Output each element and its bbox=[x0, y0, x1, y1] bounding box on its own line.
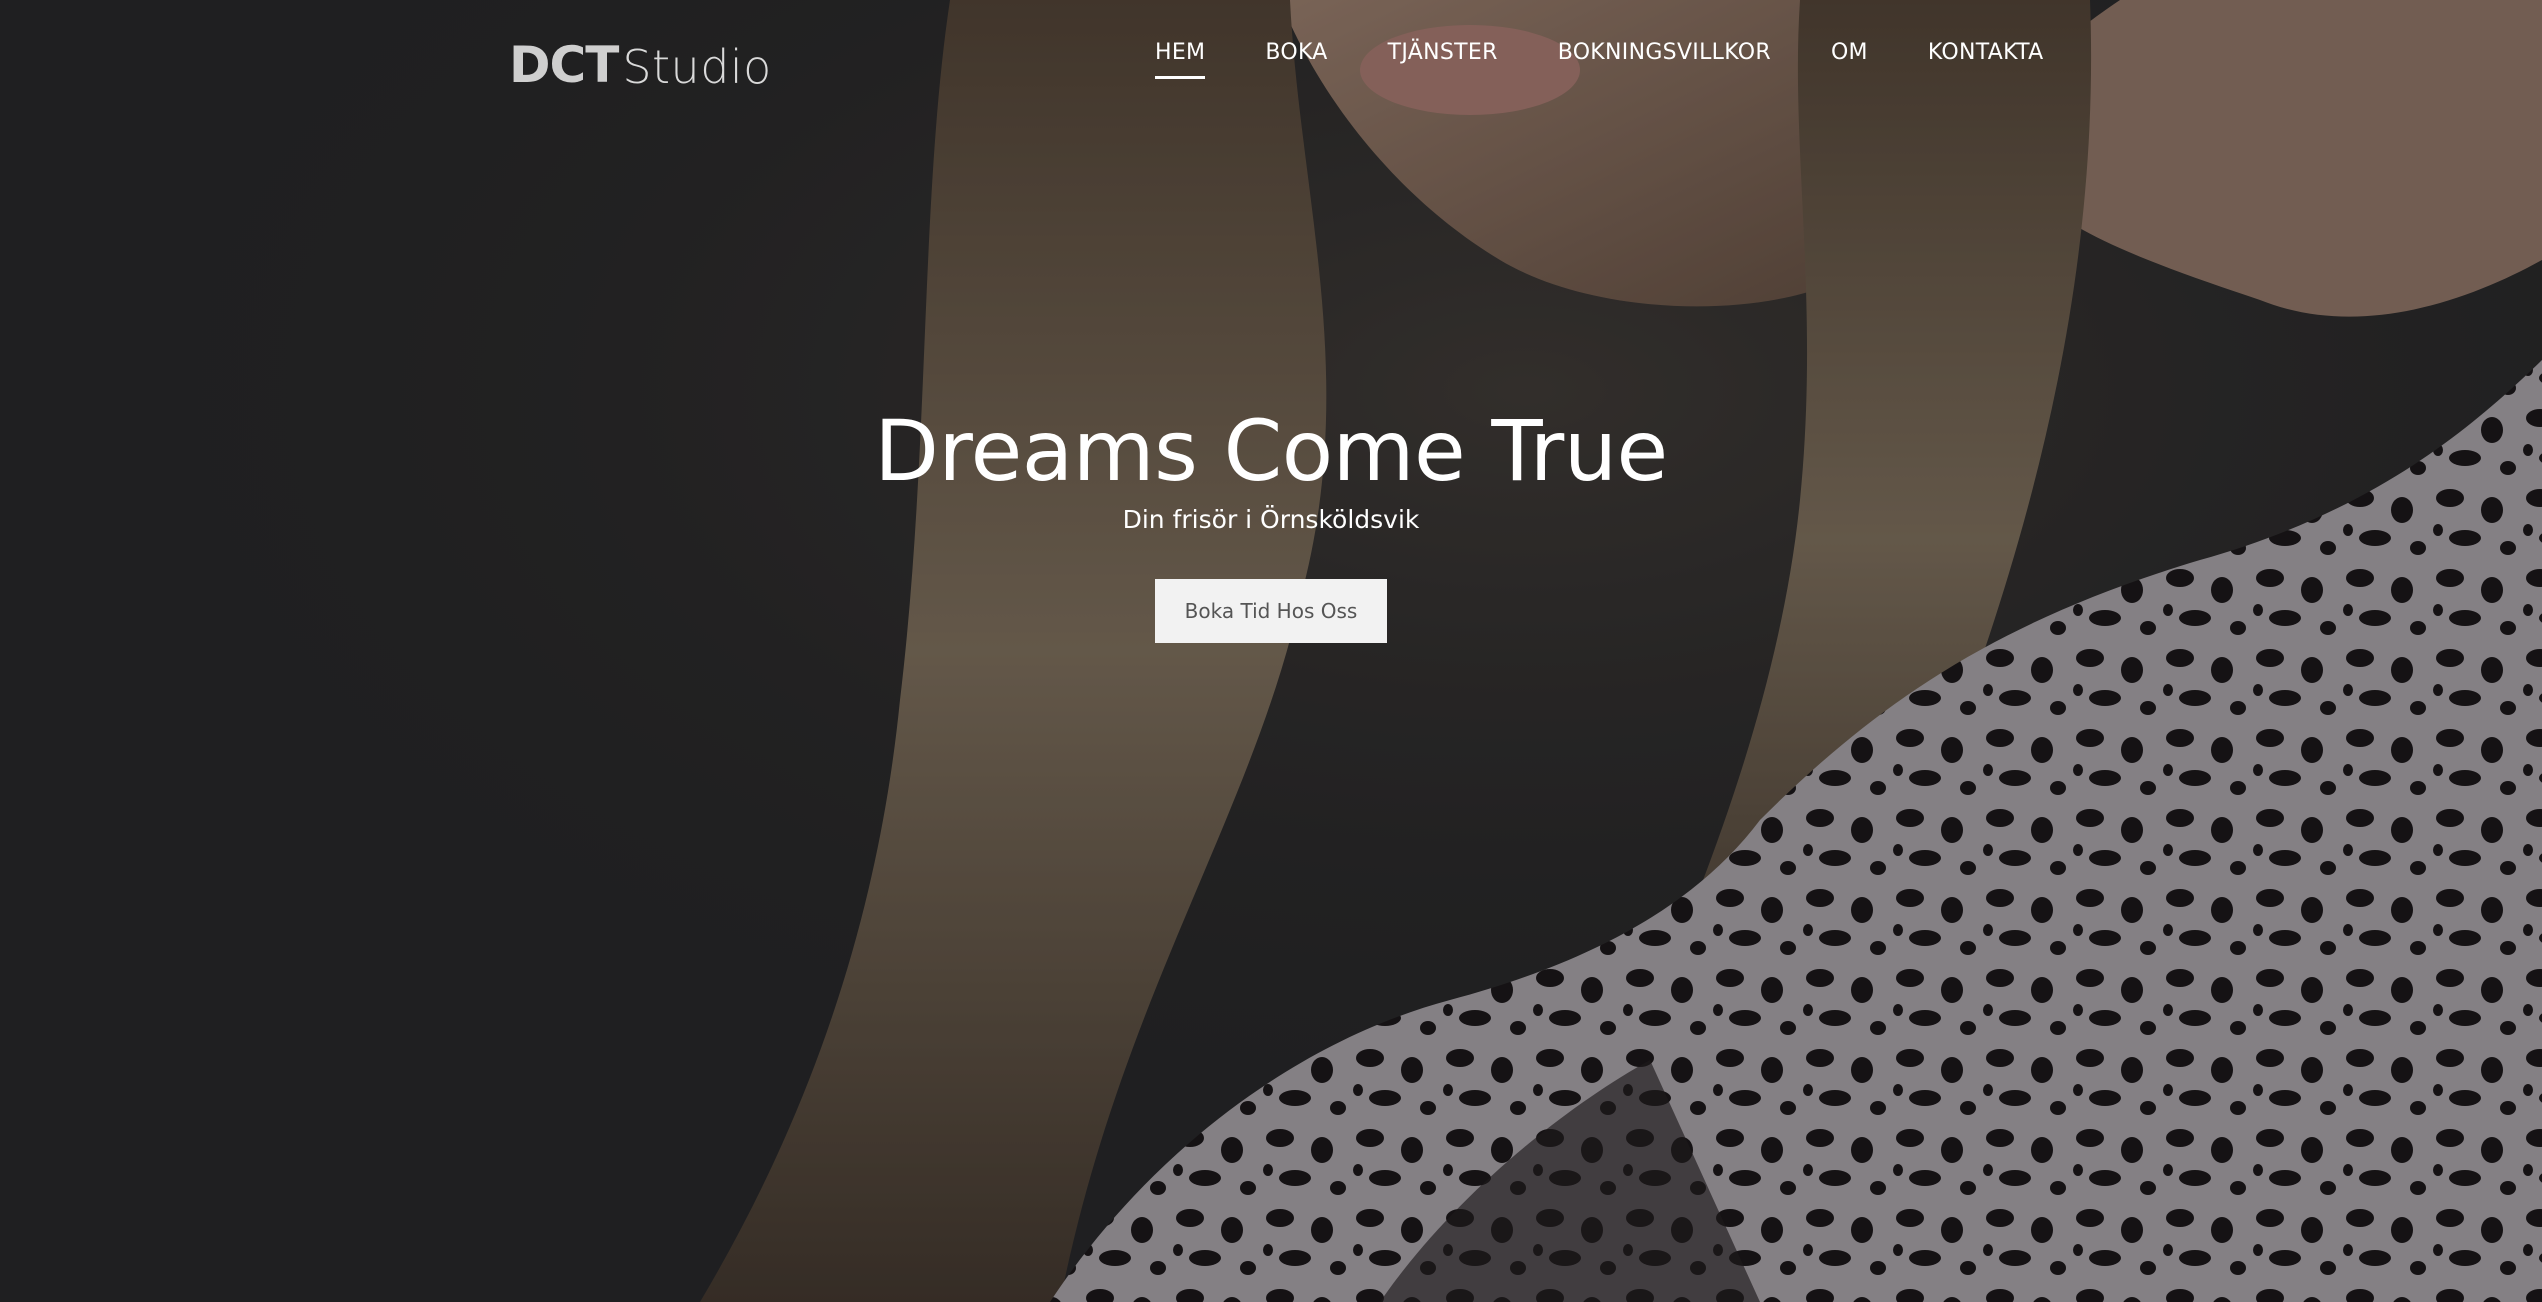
brand-logo-mark: DCT bbox=[509, 36, 619, 94]
hero-background-photo bbox=[0, 0, 2542, 1302]
nav-item-om[interactable]: OM bbox=[1831, 40, 1868, 79]
nav-item-boka[interactable]: BOKA bbox=[1265, 40, 1327, 79]
nav-item-hem[interactable]: HEM bbox=[1155, 40, 1206, 79]
nav-item-kontakta[interactable]: KONTAKTA bbox=[1928, 40, 2044, 79]
main-nav: HEM BOKA TJÄNSTER BOKNINGSVILLKOR OM KON… bbox=[1155, 40, 2104, 79]
hero-subtitle: Din frisör i Örnsköldsvik bbox=[1122, 505, 1420, 535]
brand-logo-word: Studio bbox=[622, 40, 772, 94]
hero-section: DCT Studio HEM BOKA TJÄNSTER BOKNINGSVIL… bbox=[0, 0, 2542, 1302]
book-appointment-button[interactable]: Boka Tid Hos Oss bbox=[1155, 579, 1387, 644]
site-header: DCT Studio HEM BOKA TJÄNSTER BOKNINGSVIL… bbox=[0, 0, 2542, 130]
nav-item-bokningsvillkor[interactable]: BOKNINGSVILLKOR bbox=[1558, 40, 1771, 79]
nav-item-tjanster[interactable]: TJÄNSTER bbox=[1388, 40, 1498, 79]
hero-content: Dreams Come True Din frisör i Örnsköldsv… bbox=[0, 402, 2542, 644]
hero-title: Dreams Come True bbox=[874, 402, 1668, 500]
brand-logo[interactable]: DCT Studio bbox=[509, 34, 772, 90]
